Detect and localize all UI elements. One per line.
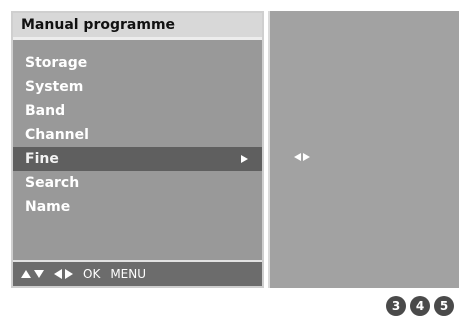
right-arrow-icon	[303, 153, 310, 161]
menu-item-label: Name	[25, 199, 71, 215]
arrow-right-icon	[241, 155, 248, 163]
left-right-arrows-icon	[294, 153, 310, 161]
menu-item-system[interactable]: System	[13, 75, 262, 99]
fine-tune-panel	[268, 11, 459, 288]
menu-item-label: Channel	[25, 127, 89, 143]
left-arrow-icon	[294, 153, 301, 161]
up-down-arrows-icon	[21, 270, 44, 278]
left-right-arrows-icon	[54, 269, 73, 279]
menu-item-storage[interactable]: Storage	[13, 51, 262, 75]
ok-hint: OK	[83, 267, 101, 281]
menu-item-channel[interactable]: Channel	[13, 123, 262, 147]
menu-item-search[interactable]: Search	[13, 171, 262, 195]
step-badge: 3	[386, 296, 406, 316]
step-badge: 5	[434, 296, 454, 316]
menu-item-label: System	[25, 79, 84, 95]
menu-item-fine[interactable]: Fine	[13, 147, 262, 171]
menu-item-band[interactable]: Band	[13, 99, 262, 123]
step-badge: 4	[410, 296, 430, 316]
menu-item-label: Search	[25, 175, 80, 191]
title-divider	[13, 37, 262, 40]
osd-menu-panel: Manual programme Storage System Band Cha…	[11, 11, 264, 288]
menu-hint: MENU	[110, 267, 147, 281]
up-arrow-icon	[21, 270, 31, 278]
left-arrow-icon	[54, 269, 62, 279]
menu-item-label: Band	[25, 103, 66, 119]
osd-footer-hints: OK MENU	[13, 260, 262, 286]
right-arrow-icon	[65, 269, 73, 279]
step-badges: 3 4 5	[386, 296, 454, 316]
menu-item-label: Fine	[25, 151, 59, 167]
menu-item-label: Storage	[25, 55, 88, 71]
menu-list: Storage System Band Channel Fine Search …	[13, 51, 262, 219]
panel-title: Manual programme	[13, 13, 262, 37]
menu-item-name[interactable]: Name	[13, 195, 262, 219]
down-arrow-icon	[34, 270, 44, 278]
